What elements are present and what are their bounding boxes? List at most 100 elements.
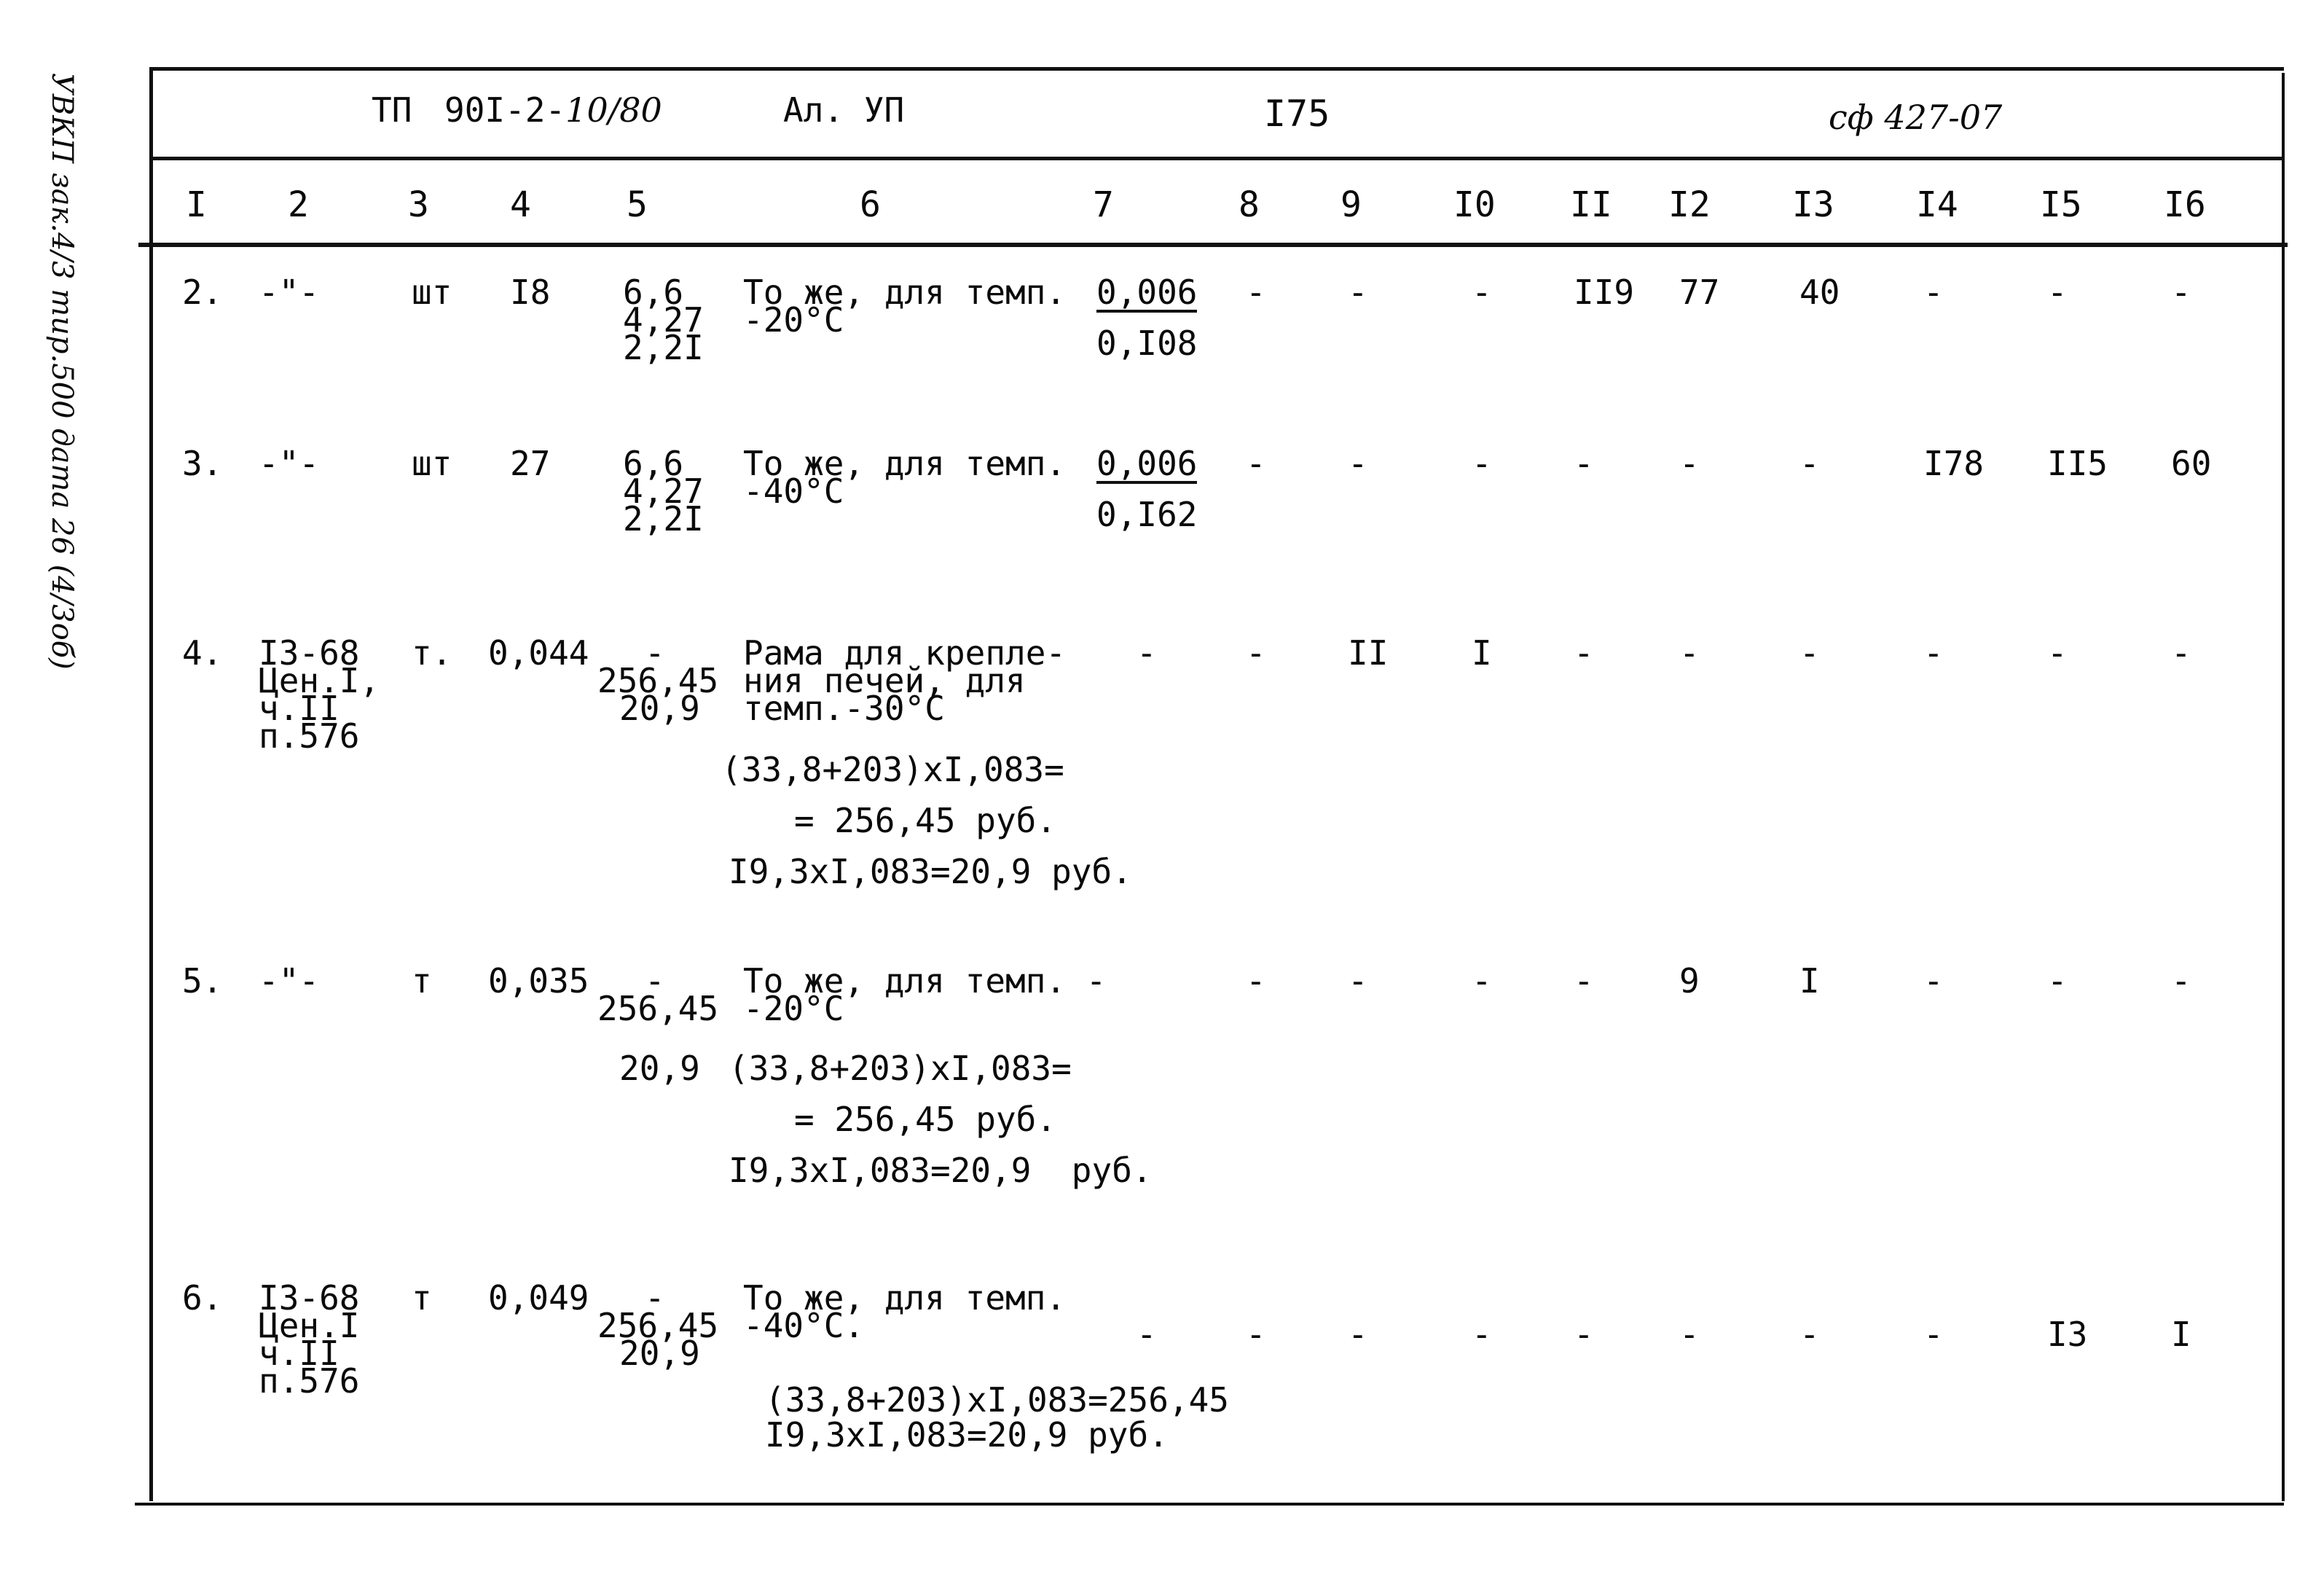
- column-number-1: I: [186, 184, 207, 225]
- project-code-handwritten: 10/80: [565, 90, 662, 130]
- row-cell-col15: -: [2047, 633, 2068, 673]
- column-number-3: 3: [408, 184, 429, 225]
- row-description: -20°С: [743, 989, 844, 1028]
- row-cell-col14: -: [1923, 273, 1944, 312]
- row-number: 6.: [182, 1278, 223, 1318]
- row-cell-col9: -: [1348, 273, 1368, 312]
- header-divider: [149, 157, 2284, 160]
- row-calculation: I9,3xI,083=20,9 руб.: [729, 852, 1132, 891]
- column-number-5: 5: [627, 184, 648, 225]
- row-cell-col14: -: [1923, 633, 1944, 673]
- project-label: ТП: [372, 90, 412, 130]
- column-number-8: 8: [1238, 184, 1260, 225]
- row-cell-col8: -: [1246, 273, 1266, 312]
- table-top-border: [149, 67, 2284, 71]
- row-cell-col10: -: [1472, 961, 1492, 1001]
- row-calculation: (33,8+203)xI,083=: [721, 750, 1064, 789]
- row-cell-col8: -: [1246, 633, 1266, 673]
- row-price: 20,9: [619, 1049, 700, 1088]
- document-reference: сф 427-07: [1829, 98, 2003, 137]
- row-calculation: = 256,45 руб.: [794, 1100, 1057, 1139]
- row-price: 20,9: [619, 689, 700, 728]
- row-reference: -"-: [259, 273, 320, 312]
- row-cell-col15: II5: [2047, 444, 2108, 483]
- row-calculation: I9,3xI,083=20,9 руб.: [765, 1415, 1169, 1455]
- row-col7-denominator: 0,I08: [1096, 324, 1198, 363]
- row-col7: -: [1137, 1315, 1157, 1354]
- column-header-divider: [138, 243, 2288, 247]
- row-number: 2.: [182, 273, 223, 312]
- row-cell-col11: -: [1574, 1315, 1594, 1354]
- row-unit: т.: [412, 633, 452, 673]
- row-cell-col8: -: [1246, 1315, 1266, 1354]
- row-cell-col16: -: [2171, 961, 2191, 1001]
- row-cell-col14: -: [1923, 1315, 1944, 1354]
- page-number: I75: [1264, 93, 1330, 135]
- row-description: -40°С.: [743, 1306, 865, 1345]
- row-cell-col10: I: [1472, 633, 1492, 673]
- row-cell-col16: 60: [2171, 444, 2212, 483]
- row-price: 256,45: [597, 989, 719, 1028]
- column-number-11: II: [1570, 184, 1612, 225]
- table-left-border: [149, 67, 153, 1501]
- fraction-numerator: 0,006: [1096, 444, 1198, 484]
- row-unit: т: [412, 1278, 432, 1318]
- row-cell-col11: -: [1574, 961, 1594, 1001]
- row-cell-col15: -: [2047, 961, 2068, 1001]
- row-cell-col15: I3: [2047, 1315, 2088, 1354]
- row-cell-col11: -: [1574, 633, 1594, 673]
- row-col7: -: [1137, 633, 1157, 673]
- column-number-9: 9: [1340, 184, 1362, 225]
- row-description: -40°С: [743, 471, 844, 511]
- row-cell-col15: -: [2047, 273, 2068, 312]
- row-number: 3.: [182, 444, 223, 483]
- row-quantity: 27: [510, 444, 551, 483]
- fraction-numerator: 0,006: [1096, 273, 1198, 313]
- row-calculation: (33,8+203)xI,083=256,45: [765, 1380, 1229, 1420]
- row-col7-denominator: 0,I62: [1096, 495, 1198, 534]
- column-number-2: 2: [288, 184, 309, 225]
- print-stamp: УВКП зак.4/3 тир.500 дата 26 (4/3об): [45, 73, 79, 670]
- project-code: 90I-2-10/80: [444, 91, 662, 129]
- row-number: 5.: [182, 961, 223, 1001]
- row-price: 20,9: [619, 1334, 700, 1373]
- row-calculation: I9,3xI,083=20,9 руб.: [729, 1151, 1153, 1190]
- row-cell-col13: -: [1799, 444, 1820, 483]
- row-quantity: I8: [510, 273, 551, 312]
- row-cell-col13: 40: [1799, 273, 1840, 312]
- row-description: -20°С: [743, 300, 844, 340]
- row-cell-col14: -: [1923, 961, 1944, 1001]
- column-number-7: 7: [1093, 184, 1114, 225]
- column-number-16: I6: [2164, 184, 2206, 225]
- row-cell-col10: -: [1472, 1315, 1492, 1354]
- table-right-border: [2282, 73, 2285, 1501]
- row-calculation: = 256,45 руб.: [794, 801, 1057, 840]
- row-reference: п.576: [259, 1361, 360, 1401]
- row-cell-col11: -: [1574, 444, 1594, 483]
- table-bottom-border: [135, 1503, 2284, 1506]
- row-price: 2,2I: [623, 499, 704, 539]
- row-cell-col14: I78: [1923, 444, 1985, 483]
- column-number-10: I0: [1453, 184, 1496, 225]
- row-calculation: (33,8+203)xI,083=: [729, 1049, 1072, 1088]
- column-number-15: I5: [2040, 184, 2082, 225]
- column-number-12: I2: [1668, 184, 1711, 225]
- row-unit: шт: [412, 444, 452, 483]
- row-reference: п.576: [259, 716, 360, 756]
- column-number-6: 6: [860, 184, 881, 225]
- project-code-typed: 90I-2-: [444, 90, 566, 130]
- column-number-14: I4: [1916, 184, 1958, 225]
- row-reference: -"-: [259, 961, 320, 1001]
- row-unit: т: [412, 961, 432, 1001]
- row-cell-col13: -: [1799, 1315, 1820, 1354]
- column-number-4: 4: [510, 184, 531, 225]
- row-cell-col9: II: [1348, 633, 1389, 673]
- row-price: 2,2I: [623, 328, 704, 367]
- row-cell-col9: -: [1348, 961, 1368, 1001]
- row-unit: шт: [412, 273, 452, 312]
- row-cell-col13: I: [1799, 961, 1820, 1001]
- row-quantity: 0,035: [488, 961, 589, 1001]
- row-cell-col12: -: [1679, 1315, 1700, 1354]
- row-col7-numerator: 0,006: [1096, 273, 1198, 313]
- row-reference: -"-: [259, 444, 320, 483]
